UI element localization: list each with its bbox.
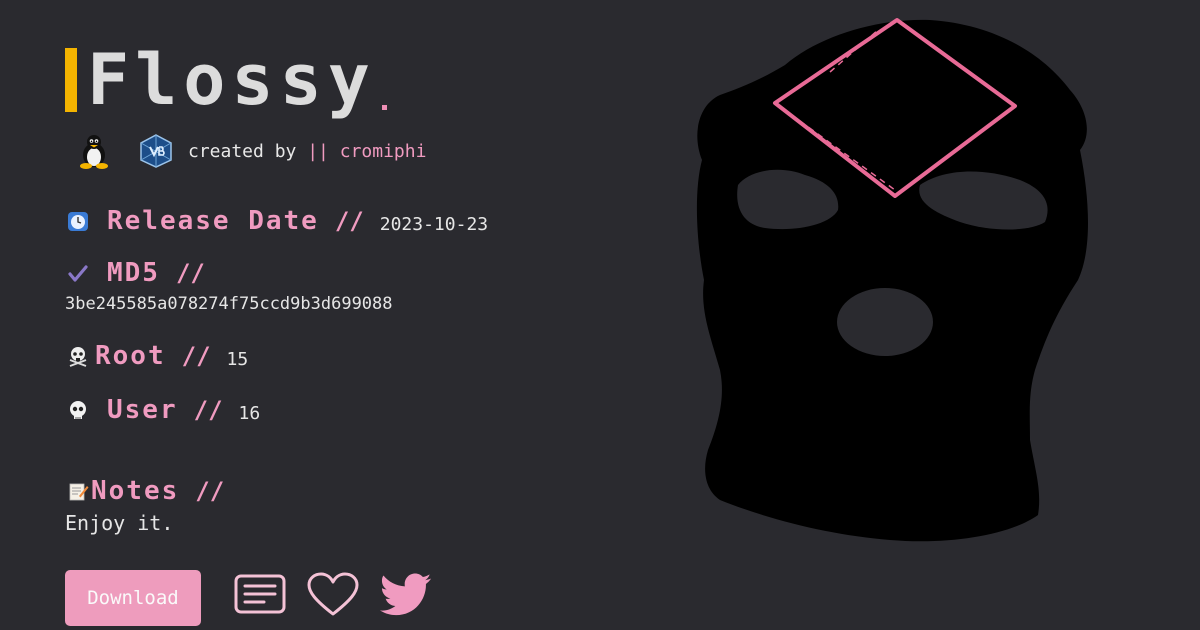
checkmark-icon (65, 260, 91, 286)
user-label: User (107, 395, 178, 425)
user-value: 16 (238, 402, 261, 424)
notes-field: Notes // (65, 476, 224, 506)
release-date-slash: // (334, 207, 364, 235)
release-date-label: Release Date (107, 206, 319, 236)
user-field: User // 16 (65, 395, 260, 425)
title-dot (381, 105, 387, 110)
mask-silhouette (696, 19, 1088, 542)
created-by-separator: || (307, 140, 329, 162)
root-field: Root // 15 (65, 341, 248, 371)
download-button[interactable]: Download (65, 570, 201, 626)
notes-label: Notes (91, 476, 180, 506)
twitter-icon[interactable] (380, 572, 432, 622)
mask-mouth-hole (837, 288, 933, 356)
linux-tux-icon (76, 133, 112, 169)
skull-icon (65, 397, 91, 423)
release-date-value: 2023-10-23 (379, 213, 489, 235)
created-by-prefix: created by (188, 140, 297, 162)
md5-slash: // (175, 259, 205, 287)
notes-value: Enjoy it. (65, 511, 174, 535)
memo-icon (65, 478, 91, 504)
md5-field: MD5 // (65, 258, 205, 288)
platform-row: created by || cromiphi (76, 133, 426, 169)
root-slash: // (181, 342, 211, 370)
skull-crossbones-icon (65, 343, 91, 369)
author-name[interactable]: cromiphi (340, 141, 427, 162)
md5-value: 3be245585a078274f75ccd9b3d699088 (65, 294, 393, 314)
balaclava-mask-image (696, 18, 1088, 542)
md5-label: MD5 (107, 258, 160, 288)
created-by-text: created by || cromiphi (188, 141, 426, 162)
heart-icon[interactable] (306, 572, 360, 622)
title-row: Flossy (65, 39, 387, 121)
title-accent-bar (65, 48, 77, 112)
notes-slash: // (195, 477, 225, 505)
virtualbox-icon (138, 133, 174, 169)
writeup-document-icon[interactable] (234, 572, 286, 620)
user-slash: // (193, 396, 223, 424)
root-value: 15 (226, 348, 249, 370)
root-label: Root (95, 341, 166, 371)
release-date-field: Release Date // 2023-10-23 (65, 206, 488, 236)
clock-icon (65, 208, 91, 234)
machine-title: Flossy (87, 39, 376, 121)
